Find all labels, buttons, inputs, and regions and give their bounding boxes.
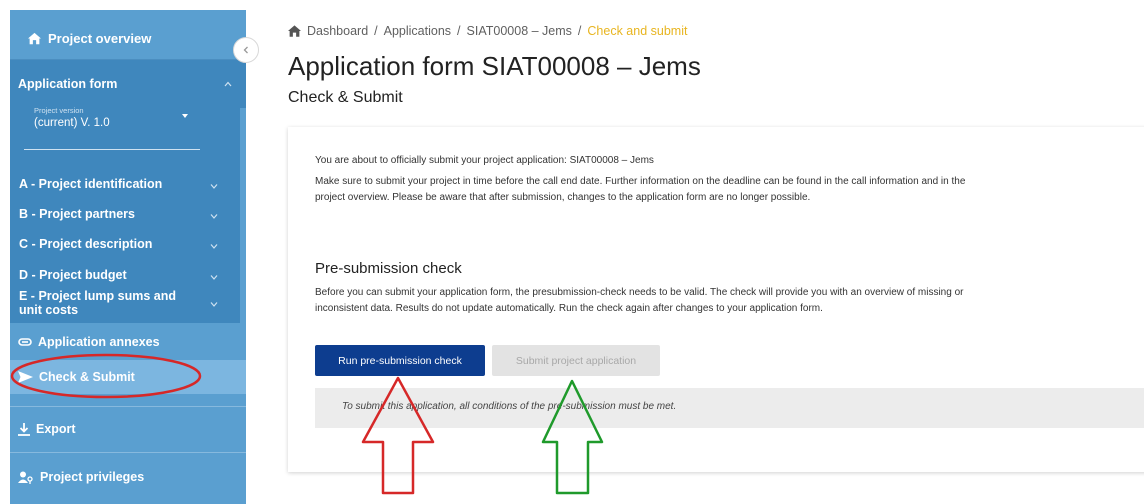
caret-down-icon [182, 114, 188, 118]
nav-project-overview[interactable]: Project overview [10, 18, 246, 60]
chevron-down-icon [210, 182, 218, 190]
sidebar-item-lump-sums[interactable]: E - Project lump sums and unit costs [10, 289, 218, 319]
sidebar: Project overview Application form Projec… [10, 10, 246, 504]
chevron-down-icon [210, 212, 218, 220]
check-submit-card: You are about to officially submit your … [288, 127, 1144, 472]
application-form-submenu: Project version (current) V. 1.0 A - Pro… [10, 93, 240, 323]
sidebar-item-label: Application annexes [38, 335, 160, 349]
sidebar-item-check-submit[interactable]: Check & Submit [10, 360, 246, 394]
sidebar-item-export[interactable]: Export [10, 410, 246, 448]
page-subtitle: Check & Submit [288, 89, 403, 106]
chevron-down-icon [210, 273, 218, 281]
info-banner-text: To submit this application, all conditio… [342, 401, 677, 412]
chevron-down-icon [210, 300, 218, 308]
breadcrumb-separator: / [577, 24, 582, 38]
attachment-icon [18, 338, 32, 346]
divider [10, 406, 246, 407]
chevron-left-icon [243, 46, 248, 54]
submit-project-application-button[interactable]: Submit project application [492, 345, 660, 376]
sidebar-item-label: C - Project description [19, 237, 153, 251]
breadcrumb-separator: / [457, 24, 461, 38]
run-presubmission-check-button[interactable]: Run pre-submission check [315, 345, 485, 376]
sidebar-item-project-identification[interactable]: A - Project identification [10, 177, 236, 195]
sidebar-item-label: B - Project partners [19, 207, 136, 221]
sidebar-item-project-description[interactable]: C - Project description [10, 237, 236, 255]
sidebar-item-label: A - Project identification [19, 177, 163, 191]
sidebar-collapse-button[interactable] [233, 37, 259, 63]
intro-text: You are about to officially submit your … [315, 155, 654, 166]
breadcrumb-separator: / [374, 24, 378, 38]
sidebar-item-label: Project privileges [40, 470, 145, 484]
breadcrumb-current: Check and submit [587, 24, 688, 38]
sidebar-item-label: Check & Submit [39, 370, 135, 384]
breadcrumb-applications[interactable]: Applications [384, 24, 451, 38]
users-key-icon [18, 471, 33, 484]
presubmission-heading: Pre-submission check [315, 260, 462, 277]
divider [10, 452, 246, 453]
download-icon [18, 422, 30, 436]
sidebar-item-label: Export [36, 422, 76, 436]
presubmission-text: Before you can submit your application f… [315, 287, 964, 314]
send-icon [18, 371, 33, 383]
nav-project-overview-label: Project overview [48, 31, 152, 46]
project-version-label: Project version [34, 106, 84, 115]
nav-application-form-label: Application form [18, 77, 118, 91]
breadcrumb: Dashboard / Applications / SIAT00008 – J… [288, 24, 687, 38]
sidebar-item-project-partners[interactable]: B - Project partners [10, 207, 236, 225]
sidebar-item-application-annexes[interactable]: Application annexes [10, 325, 246, 359]
project-version-select[interactable]: Project version (current) V. 1.0 [24, 102, 200, 150]
sidebar-item-project-budget[interactable]: D - Project budget [10, 268, 236, 286]
home-icon [28, 32, 41, 45]
chevron-up-icon [224, 80, 232, 88]
info-banner: To submit this application, all conditio… [315, 388, 1144, 428]
breadcrumb-dashboard[interactable]: Dashboard [307, 24, 368, 38]
chevron-down-icon [210, 242, 218, 250]
sidebar-item-project-privileges[interactable]: Project privileges [10, 458, 246, 496]
project-version-value: (current) V. 1.0 [34, 117, 110, 129]
page-title: Application form SIAT00008 – Jems [288, 51, 701, 81]
home-icon [288, 25, 301, 37]
sidebar-item-label: D - Project budget [19, 268, 127, 282]
breadcrumb-application[interactable]: SIAT00008 – Jems [467, 24, 572, 38]
sidebar-item-label: E - Project lump sums and unit costs [19, 289, 176, 317]
deadline-note: Make sure to submit your project in time… [315, 176, 966, 203]
